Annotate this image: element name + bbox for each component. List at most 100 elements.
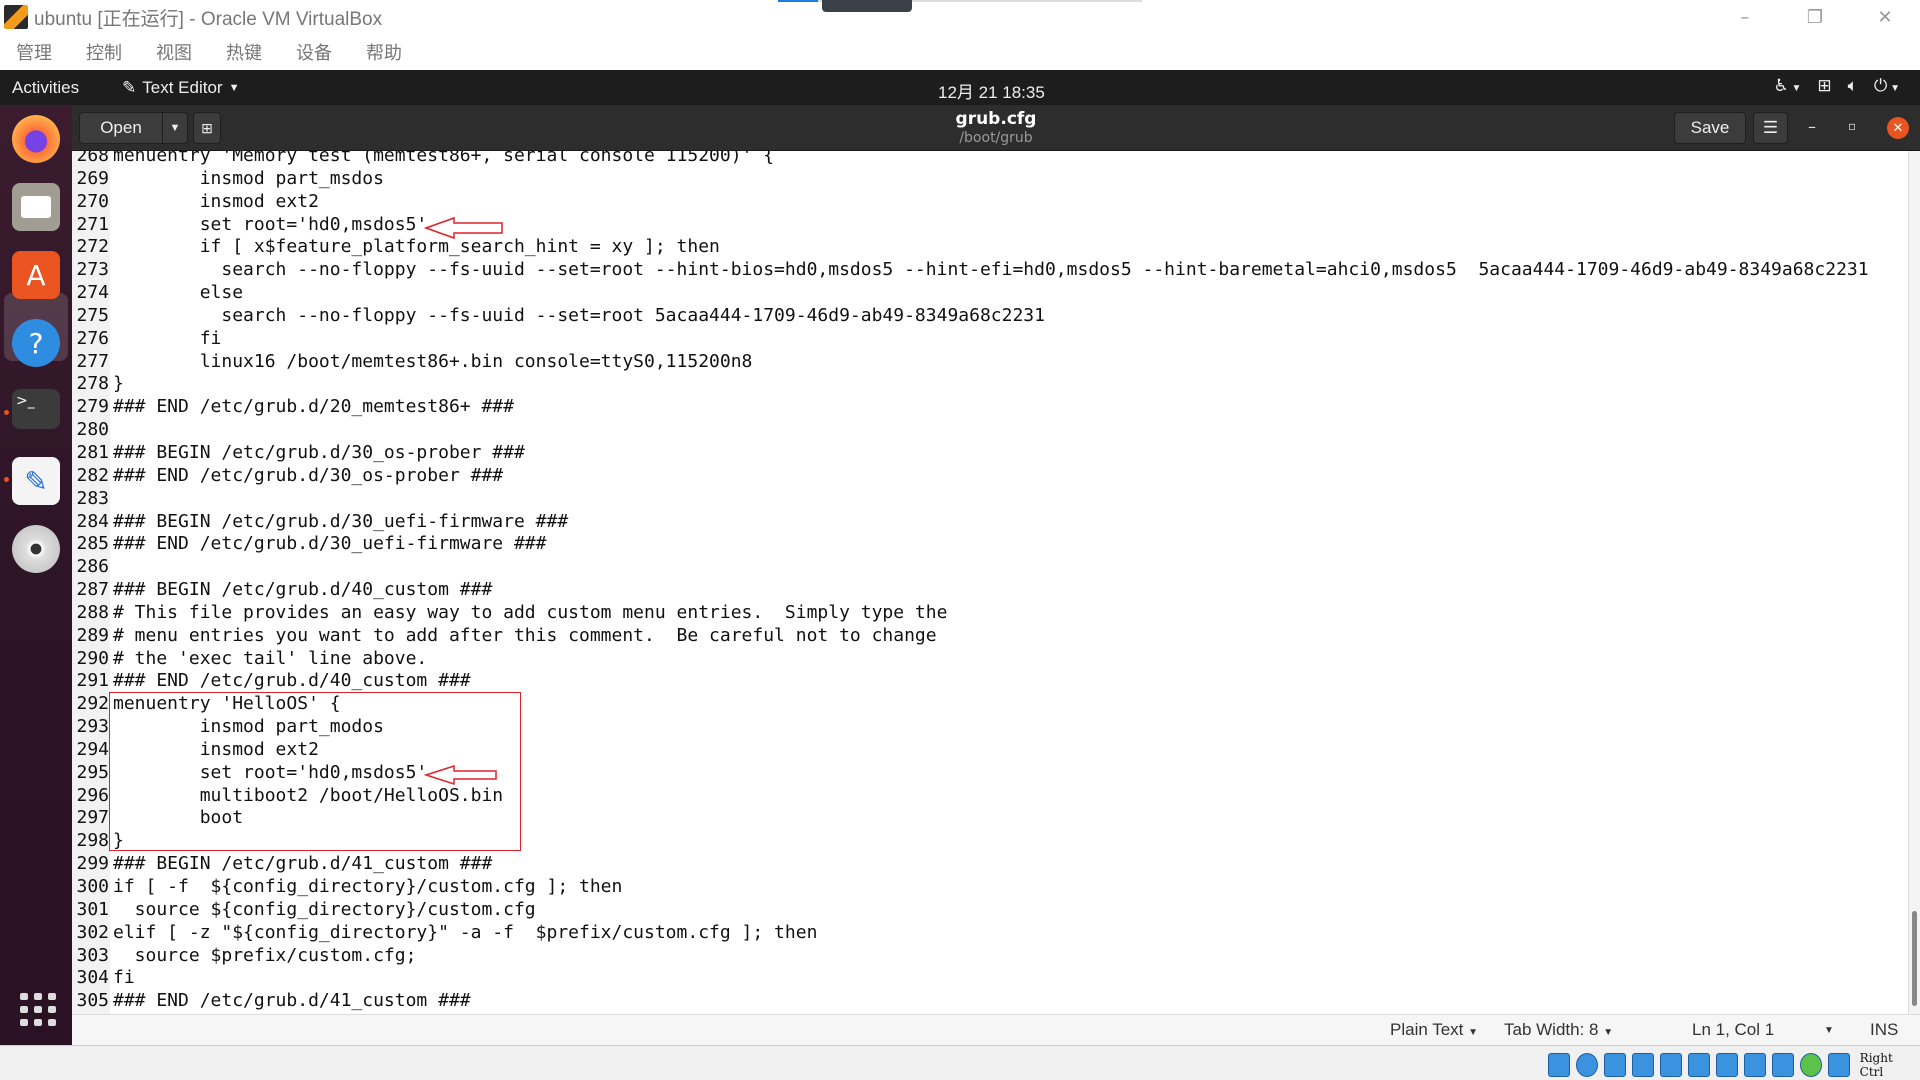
code-line[interactable]: 282 ### END /etc/grub.d/30_os-prober ### — [72, 465, 1869, 488]
help-icon[interactable]: ? — [12, 319, 60, 367]
code-line[interactable]: 270 insmod ext2 — [72, 191, 1869, 214]
code-line[interactable]: 285 ### END /etc/grub.d/30_uefi-firmware … — [72, 533, 1869, 556]
activities-button[interactable]: Activities — [12, 78, 79, 98]
vm-mini-toolbar-handle[interactable] — [822, 0, 912, 12]
save-button[interactable]: Save — [1674, 112, 1746, 144]
keyboard-capture-icon[interactable] — [1827, 1053, 1850, 1077]
accessibility-icon[interactable]: ♿︎ ▼ — [1773, 76, 1801, 96]
vertical-scrollbar[interactable] — [1908, 151, 1920, 1014]
menu-view[interactable]: 视图 — [156, 39, 192, 65]
line-text[interactable]: ### BEGIN /etc/grub.d/30_uefi-firmware #… — [109, 511, 568, 534]
clock[interactable]: 12月 21 18:35 — [938, 78, 1045, 103]
network-icon[interactable]: ⊞ — [1817, 76, 1831, 96]
minimize-icon[interactable]: – — [1808, 117, 1816, 136]
cursor-position-dropdown-icon[interactable]: ▼ — [1824, 1025, 1834, 1036]
line-text[interactable]: if [ x$feature_platform_search_hint = xy… — [109, 236, 720, 259]
display-icon[interactable] — [1715, 1053, 1738, 1077]
language-selector[interactable]: Plain Text ▼ — [1390, 1020, 1478, 1040]
code-line[interactable]: 277 linux16 /boot/memtest86+.bin console… — [72, 351, 1869, 374]
maximize-icon[interactable]: ▫ — [1848, 119, 1856, 133]
code-line[interactable]: 303 source $prefix/custom.cfg; — [72, 945, 1869, 968]
line-text[interactable]: ### BEGIN /etc/grub.d/40_custom ### — [109, 579, 492, 602]
code-line[interactable]: 271 set root='hd0,msdos5' — [72, 214, 1869, 237]
code-line[interactable]: 273 search --no-floppy --fs-uuid --set=r… — [72, 259, 1868, 282]
shared-folder-icon[interactable] — [1687, 1053, 1710, 1077]
line-text[interactable]: search --no-floppy --fs-uuid --set=root … — [109, 305, 1045, 328]
show-applications-icon[interactable] — [20, 993, 56, 1026]
code-line[interactable]: 284 ### BEGIN /etc/grub.d/30_uefi-firmwar… — [72, 511, 1869, 534]
video-capture-icon[interactable] — [1743, 1053, 1766, 1077]
code-line[interactable]: 304 fi — [72, 967, 1869, 990]
line-text[interactable]: ### END /etc/grub.d/30_os-prober ### — [109, 465, 503, 488]
line-text[interactable] — [109, 556, 113, 579]
menu-hotkeys[interactable]: 热键 — [226, 39, 262, 65]
files-icon[interactable] — [12, 183, 60, 231]
ubuntu-software-icon[interactable]: A — [12, 251, 60, 299]
code-line[interactable]: 300 if [ -f ${config_directory}/custom.cf… — [72, 876, 1869, 899]
line-text[interactable]: if [ -f ${config_directory}/custom.cfg ]… — [109, 876, 622, 899]
code-view[interactable]: 268 menuentry 'Memory test (memtest86+, s… — [72, 151, 1869, 1013]
mouse-integration-icon[interactable] — [1799, 1053, 1822, 1077]
close-button[interactable]: ✕ — [1850, 0, 1920, 34]
scrollbar-thumb[interactable] — [1912, 911, 1917, 1006]
menu-control[interactable]: 控制 — [86, 39, 122, 65]
line-text[interactable]: ### END /etc/grub.d/20_memtest86+ ### — [109, 396, 514, 419]
insert-mode-indicator[interactable]: INS — [1870, 1020, 1898, 1040]
tab-width-selector[interactable]: Tab Width: 8 ▼ — [1504, 1020, 1613, 1040]
line-text[interactable]: search --no-floppy --fs-uuid --set=root … — [109, 259, 1868, 282]
line-text[interactable]: else — [109, 282, 243, 305]
code-line[interactable]: 283 — [72, 488, 1869, 511]
code-line[interactable]: 281 ### BEGIN /etc/grub.d/30_os-prober ##… — [72, 442, 1869, 465]
minimize-button[interactable]: – — [1710, 0, 1780, 34]
code-line[interactable]: 291 ### END /etc/grub.d/40_custom ### — [72, 670, 1869, 693]
line-text[interactable]: } — [109, 373, 124, 396]
app-menu[interactable]: ✎ Text Editor ▼ — [122, 78, 239, 98]
code-line[interactable]: 302 elif [ -z "${config_directory}" -a -f… — [72, 922, 1869, 945]
line-text[interactable]: source $prefix/custom.cfg; — [109, 945, 417, 968]
code-line[interactable]: 299 ### BEGIN /etc/grub.d/41_custom ### — [72, 853, 1869, 876]
code-line[interactable]: 289 # menu entries you want to add after … — [72, 625, 1869, 648]
menu-devices[interactable]: 设备 — [296, 39, 332, 65]
line-text[interactable]: fi — [109, 328, 222, 351]
optical-drive-icon[interactable] — [1575, 1053, 1598, 1077]
restore-button[interactable]: ❐ — [1780, 0, 1850, 34]
terminal-icon[interactable]: >_ — [12, 389, 60, 429]
line-text[interactable]: # the 'exec tail' line above. — [109, 648, 427, 671]
line-text[interactable]: elif [ -z "${config_directory}" -a -f $p… — [109, 922, 817, 945]
line-text[interactable]: linux16 /boot/memtest86+.bin console=tty… — [109, 351, 753, 374]
dvd-icon[interactable] — [12, 525, 60, 573]
line-text[interactable]: insmod ext2 — [109, 191, 319, 214]
audio-icon[interactable] — [1603, 1053, 1626, 1077]
cursor-position[interactable]: Ln 1, Col 1 — [1692, 1020, 1774, 1040]
code-line[interactable]: 288 # This file provides an easy way to a… — [72, 602, 1869, 625]
power-icon[interactable]: ⏻ ▼ — [1874, 76, 1900, 96]
code-line[interactable]: 279 ### END /etc/grub.d/20_memtest86+ ### — [72, 396, 1869, 419]
code-line[interactable]: 276 fi — [72, 328, 1869, 351]
close-icon[interactable]: ✕ — [1887, 117, 1909, 139]
code-line[interactable]: 275 search --no-floppy --fs-uuid --set=r… — [72, 305, 1869, 328]
firefox-icon[interactable] — [12, 115, 60, 163]
line-text[interactable]: # menu entries you want to add after thi… — [109, 625, 937, 648]
text-editor-icon[interactable]: ✎ — [12, 457, 60, 505]
volume-icon[interactable]: 🔈︎ — [1848, 76, 1858, 96]
usb-icon[interactable] — [1659, 1053, 1682, 1077]
hard-disk-icon[interactable] — [1548, 1053, 1570, 1077]
menu-machine[interactable]: 管理 — [16, 39, 52, 65]
code-line[interactable]: 290 # the 'exec tail' line above. — [72, 648, 1869, 671]
line-text[interactable]: source ${config_directory}/custom.cfg — [109, 899, 536, 922]
code-line[interactable]: 269 insmod part_msdos — [72, 168, 1869, 191]
code-line[interactable]: 301 source ${config_directory}/custom.cf… — [72, 899, 1869, 922]
system-tray[interactable]: ♿︎ ▼ ⊞ 🔈︎ ⏻ ▼ — [1773, 76, 1900, 96]
code-line[interactable]: 305 ### END /etc/grub.d/41_custom ### — [72, 990, 1869, 1013]
line-text[interactable]: set root='hd0,msdos5' — [109, 214, 428, 237]
code-line[interactable]: 286 — [72, 556, 1869, 579]
code-line[interactable]: 274 else — [72, 282, 1869, 305]
network-adapter-icon[interactable] — [1631, 1053, 1654, 1077]
code-line[interactable]: 278} — [72, 373, 1869, 396]
line-text[interactable]: fi — [109, 967, 135, 990]
code-line[interactable]: 272 if [ x$feature_platform_search_hint … — [72, 236, 1869, 259]
menu-help[interactable]: 帮助 — [366, 39, 402, 65]
line-text[interactable]: insmod part_msdos — [109, 168, 384, 191]
line-text[interactable]: ### END /etc/grub.d/41_custom ### — [109, 990, 471, 1013]
line-text[interactable]: # This file provides an easy way to add … — [109, 602, 947, 625]
